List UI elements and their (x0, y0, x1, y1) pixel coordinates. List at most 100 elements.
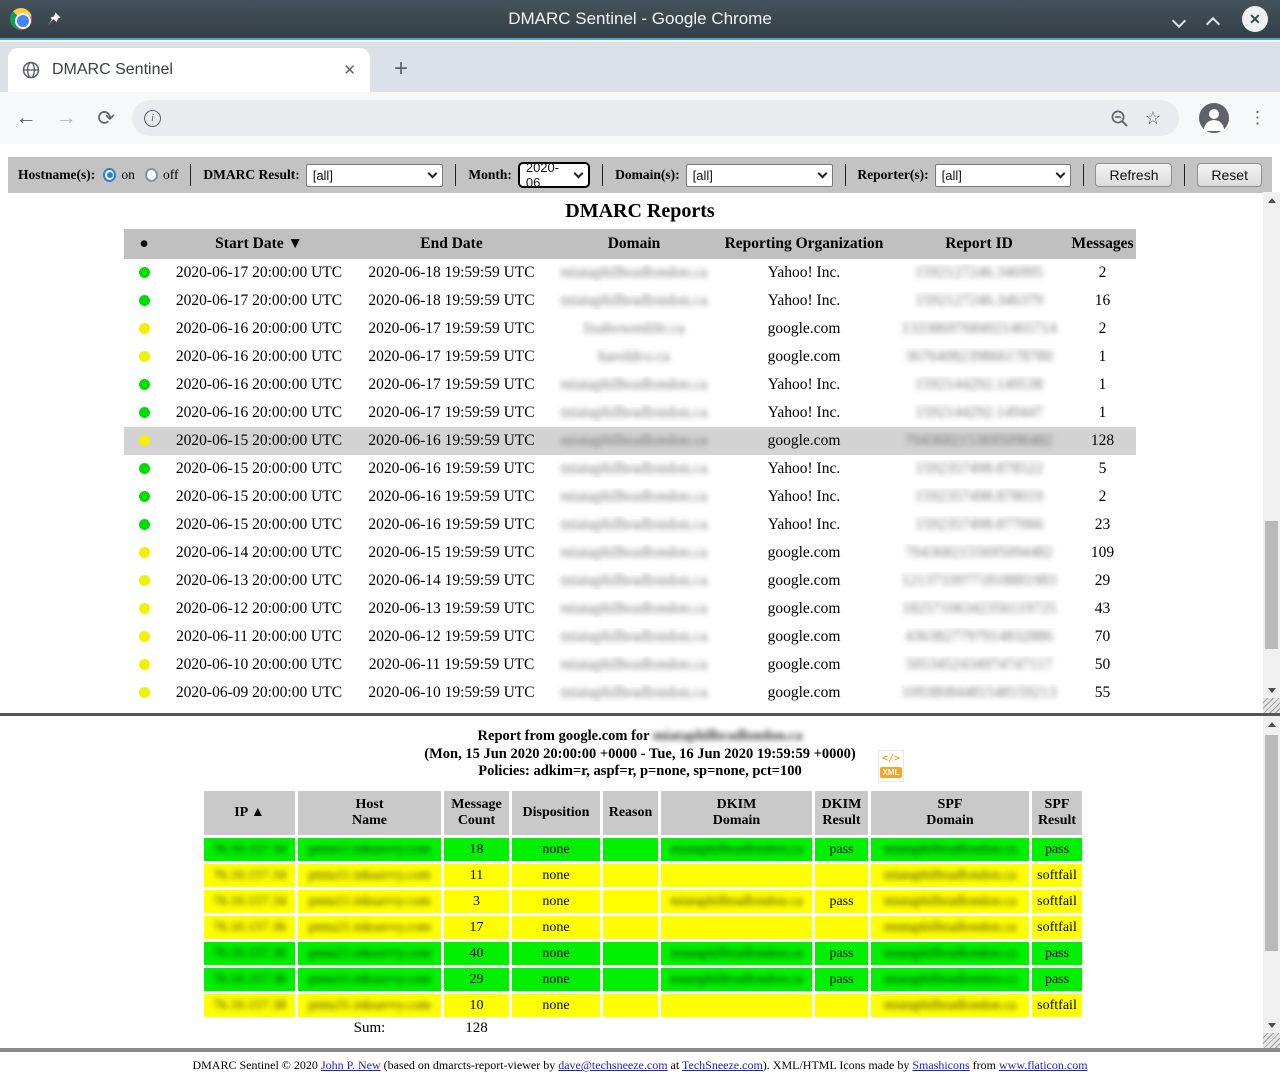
scroll-down-icon[interactable] (1263, 682, 1280, 698)
report-row[interactable]: 2020-06-15 20:00:00 UTC2020-06-16 19:59:… (124, 511, 1136, 539)
hostnames-on-radio[interactable] (103, 168, 116, 182)
detail-row[interactable]: 76.10.157.36pmta21.inksavvy.com17nonemia… (204, 916, 1076, 939)
bookmark-star-icon[interactable]: ☆ (1139, 108, 1167, 129)
profile-avatar[interactable] (1199, 103, 1229, 133)
report-id-cell: 1592144292.149538 (889, 376, 1069, 394)
page-info-icon[interactable]: i (144, 110, 161, 127)
end-date-cell: 2020-06-16 19:59:59 UTC (354, 460, 549, 478)
zoom-out-icon[interactable] (1110, 109, 1129, 128)
report-id-text: 10938084481548159213 (902, 684, 1057, 701)
disposition-text: none (542, 972, 569, 987)
back-icon[interactable]: ← (6, 106, 46, 130)
ip-cell: 76.10.157.34 (204, 838, 295, 861)
domains-select[interactable]: [all] (686, 164, 833, 187)
address-bar[interactable]: i ☆ (132, 100, 1179, 136)
reporters-select[interactable]: [all] (935, 164, 1071, 187)
detail-column-header-0[interactable]: IP ▲ (204, 791, 295, 835)
scroll-down-icon[interactable] (1263, 1017, 1280, 1033)
report-id-text: 1592357498.877066 (915, 516, 1043, 533)
column-header-1[interactable]: Start Date ▼ (164, 235, 354, 253)
reports-scrollbar[interactable] (1263, 192, 1280, 713)
window-close-button[interactable]: ✕ (1242, 6, 1268, 32)
end-date-cell: 2020-06-16 19:59:59 UTC (354, 488, 549, 506)
tab-close-icon[interactable]: ✕ (343, 61, 356, 79)
footer-link[interactable]: dave@techsneeze.com (558, 1058, 667, 1072)
report-row[interactable]: 2020-06-15 20:00:00 UTC2020-06-16 19:59:… (124, 483, 1136, 511)
dmarc-result-select[interactable]: [all] (306, 164, 444, 187)
messages-cell: 5 (1069, 460, 1136, 478)
status-dot-icon (139, 687, 150, 698)
report-id-text: 7043682153695096482 (905, 432, 1052, 449)
window-minimize-button[interactable] (1174, 13, 1186, 25)
month-select[interactable]: 2020-06 (518, 162, 590, 188)
footer-link[interactable]: TechSneeze.com (682, 1058, 763, 1072)
footer-link[interactable]: John P. New (321, 1058, 381, 1072)
refresh-button[interactable]: Refresh (1095, 163, 1172, 187)
report-row[interactable]: 2020-06-11 20:00:00 UTC2020-06-12 19:59:… (124, 623, 1136, 651)
spf-domain-cell: miataphilbradlondon.ca (871, 864, 1029, 887)
scrollbar-thumb[interactable] (1265, 735, 1278, 952)
tab-dmarc-sentinel[interactable]: DMARC Sentinel ✕ (8, 48, 370, 92)
detail-row[interactable]: 76.10.157.36pmta21.inksavvy.com40nonemia… (204, 942, 1076, 965)
report-row[interactable]: 2020-06-10 20:00:00 UTC2020-06-11 19:59:… (124, 651, 1136, 679)
xml-download-icon[interactable]: </> XML (878, 750, 904, 782)
report-id-cell: 12137339771818881983 (889, 572, 1069, 590)
detail-row[interactable]: 76.10.157.38pmta31.inksavvy.com29nonemia… (204, 968, 1076, 991)
report-row[interactable]: 2020-06-15 20:00:00 UTC2020-06-16 19:59:… (124, 427, 1136, 455)
report-row[interactable]: 2020-06-09 20:00:00 UTC2020-06-10 19:59:… (124, 679, 1136, 707)
footer-link[interactable]: Smashicons (912, 1058, 969, 1072)
report-row[interactable]: 2020-06-17 20:00:00 UTC2020-06-18 19:59:… (124, 287, 1136, 315)
detail-row[interactable]: 76.10.157.34pmta11.inksavvy.com18nonemia… (204, 838, 1076, 861)
resize-grip[interactable] (1263, 698, 1280, 713)
host-text: pmta31.inksavvy.com (308, 972, 431, 987)
report-row[interactable]: 2020-06-14 20:00:00 UTC2020-06-15 19:59:… (124, 539, 1136, 567)
hostnames-off-radio[interactable] (145, 168, 158, 182)
footer: DMARC Sentinel © 2020 John P. New (based… (0, 1058, 1280, 1073)
report-id-text: 7043682155695094482 (905, 544, 1052, 561)
scrollbar-track[interactable] (1263, 732, 1280, 1017)
report-row[interactable]: 2020-06-12 20:00:00 UTC2020-06-13 19:59:… (124, 595, 1136, 623)
ip-text: 76.10.157.36 (213, 946, 287, 961)
chrome-logo-icon (10, 8, 32, 30)
window-maximize-button[interactable] (1208, 13, 1220, 25)
resize-grip[interactable] (1263, 1033, 1280, 1048)
reload-icon[interactable]: ⟳ (86, 106, 126, 131)
forward-icon[interactable]: → (46, 106, 86, 130)
domain-text: lisabowenlife.ca (583, 320, 684, 337)
report-row[interactable]: 2020-06-16 20:00:00 UTC2020-06-17 19:59:… (124, 371, 1136, 399)
scrollbar-track[interactable] (1263, 208, 1280, 682)
new-tab-button[interactable]: + (384, 52, 418, 86)
spf-result-text: softfail (1037, 868, 1077, 883)
dkim-result-cell: pass (815, 890, 868, 913)
host-cell: pmta11.inksavvy.com (298, 890, 441, 913)
status-dot-icon (139, 659, 150, 670)
footer-text: from (970, 1058, 999, 1072)
reporting-org-cell: Yahoo! Inc. (719, 292, 889, 310)
report-row[interactable]: 2020-06-16 20:00:00 UTC2020-06-17 19:59:… (124, 315, 1136, 343)
status-dot-cell (124, 376, 164, 394)
report-row[interactable]: 2020-06-15 20:00:00 UTC2020-06-16 19:59:… (124, 455, 1136, 483)
footer-link[interactable]: www.flaticon.com (999, 1058, 1088, 1072)
detail-scrollbar[interactable] (1263, 716, 1280, 1048)
disposition-cell: none (512, 890, 600, 913)
scroll-up-icon[interactable] (1263, 192, 1280, 208)
host-cell: pmta11.inksavvy.com (298, 864, 441, 887)
pin-icon[interactable] (46, 11, 62, 27)
report-row[interactable]: 2020-06-13 20:00:00 UTC2020-06-14 19:59:… (124, 567, 1136, 595)
host-text: pmta11.inksavvy.com (308, 868, 430, 883)
scrollbar-thumb[interactable] (1265, 521, 1278, 649)
scroll-up-icon[interactable] (1263, 716, 1280, 732)
report-row[interactable]: 2020-06-16 20:00:00 UTC2020-06-17 19:59:… (124, 399, 1136, 427)
disposition-text: none (542, 868, 569, 883)
reset-button[interactable]: Reset (1197, 163, 1262, 187)
hostnames-on-label: on (121, 167, 135, 183)
report-row[interactable]: 2020-06-17 20:00:00 UTC2020-06-18 19:59:… (124, 259, 1136, 287)
report-row[interactable]: 2020-06-16 20:00:00 UTC2020-06-17 19:59:… (124, 343, 1136, 371)
detail-row[interactable]: 76.10.157.38pmta31.inksavvy.com10nonemia… (204, 994, 1076, 1017)
hostnames-label: Hostname(s): (18, 167, 95, 183)
detail-row[interactable]: 76.10.157.34pmta11.inksavvy.com3nonemiat… (204, 890, 1076, 913)
count-text: 29 (470, 972, 484, 987)
detail-row[interactable]: 76.10.157.34pmta11.inksavvy.com11nonemia… (204, 864, 1076, 887)
browser-menu-icon[interactable]: ⋮ (1235, 108, 1280, 128)
dkim-domain-cell: miataphilbradlondon.ca (661, 838, 812, 861)
